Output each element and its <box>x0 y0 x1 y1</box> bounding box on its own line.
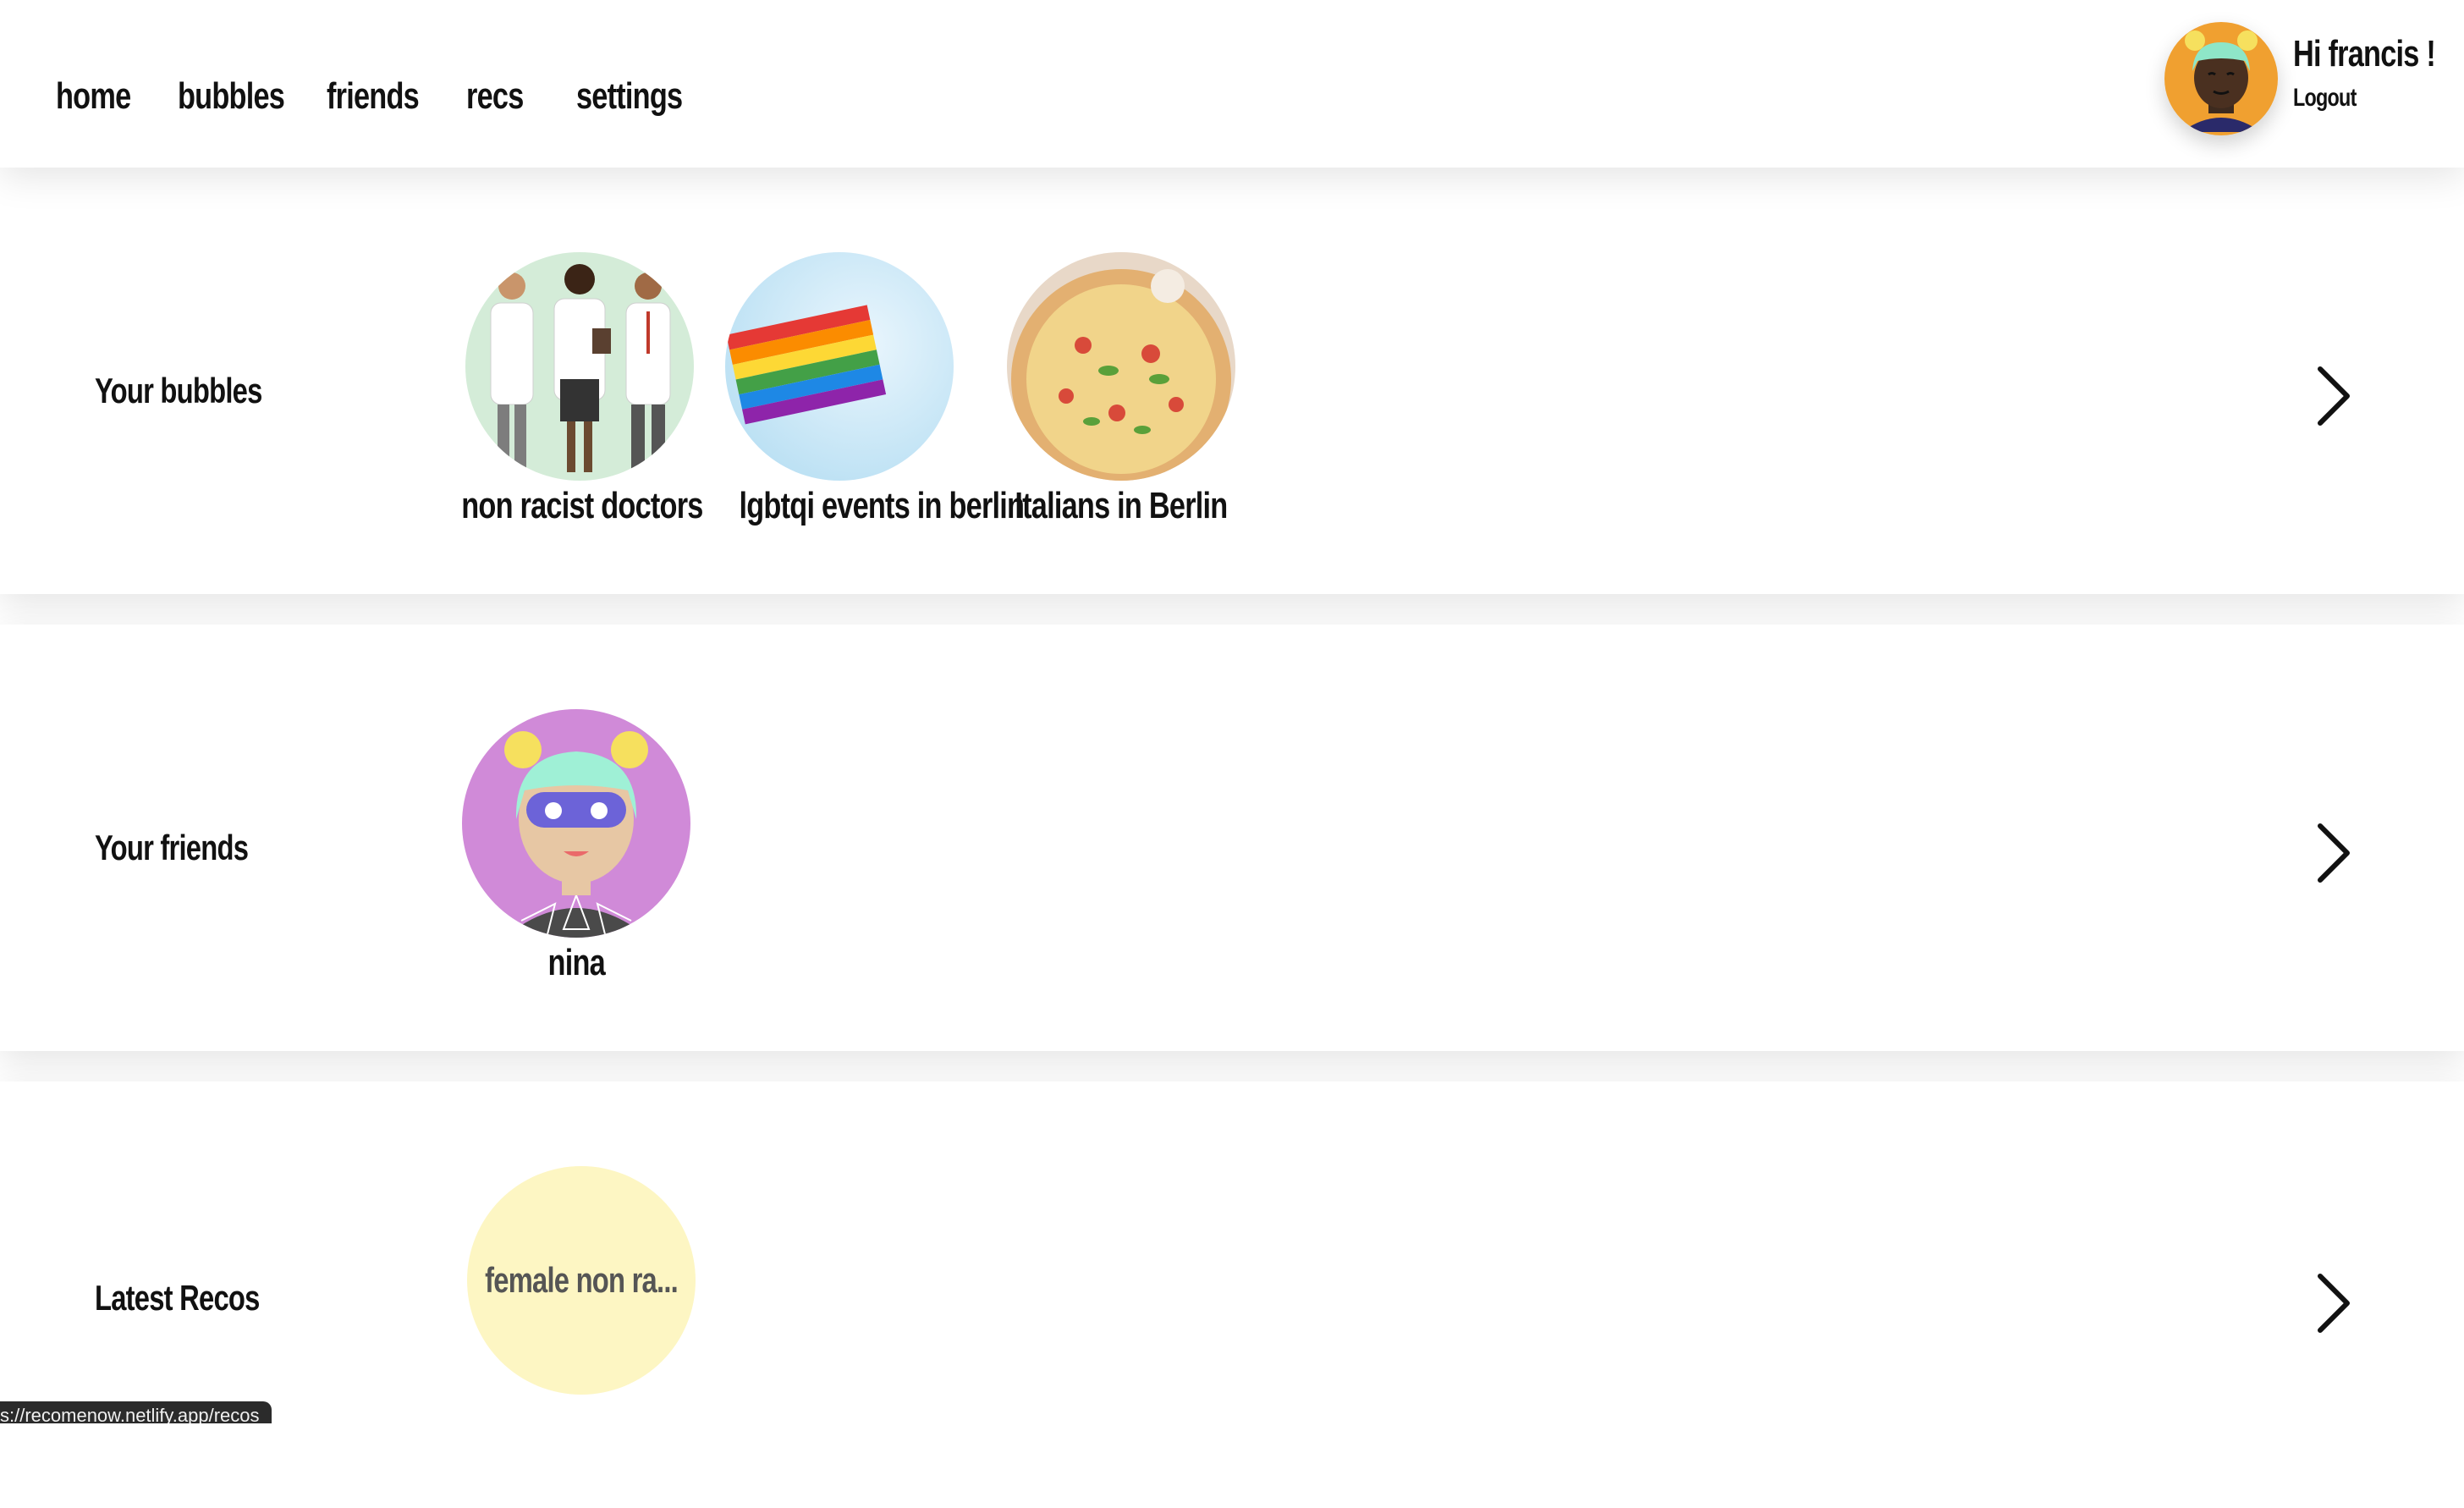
reco-bubble[interactable]: female non ra... <box>467 1166 696 1395</box>
friend-nina-avatar[interactable] <box>462 709 690 938</box>
section-title: Your bubbles <box>95 371 262 410</box>
chevron-right-icon[interactable] <box>2308 819 2359 887</box>
user-avatar[interactable] <box>2164 22 2278 135</box>
nav-home-label: home <box>56 75 131 117</box>
nav-friends-link[interactable]: friends <box>327 71 445 122</box>
chevron-right-icon[interactable] <box>2308 362 2359 430</box>
status-bar-url: s://recomenow.netlify.app/recos <box>0 1401 272 1423</box>
section-title: Your friends <box>95 828 249 867</box>
bubble-label: Italians in Berlin <box>1015 485 1228 526</box>
bubble-label: non racist doctors <box>461 485 703 526</box>
user-avatar-illustration <box>2164 22 2278 135</box>
top-navigation-bar: home bubbles friends recs settings Hi fr… <box>0 0 2464 168</box>
nav-friends-label: friends <box>327 75 420 117</box>
bubble-italians-in-berlin[interactable] <box>1007 252 1235 481</box>
rainbow-flag-image <box>725 252 954 481</box>
user-greeting: Hi francis ! <box>2293 33 2436 74</box>
bubble-non-racist-doctors[interactable] <box>465 252 694 481</box>
nav-bubbles-link[interactable]: bubbles <box>178 71 315 122</box>
recos-section: Latest Recos female non ra... <box>0 1081 2464 1508</box>
nav-settings-label: settings <box>576 75 683 117</box>
nav-recs-link[interactable]: recs <box>466 71 540 122</box>
pizza-image <box>1007 252 1235 481</box>
bubbles-section: Your bubbles non racist doctors lgbtqi e… <box>0 168 2464 594</box>
logout-link[interactable]: Logout <box>2293 81 2374 115</box>
nav-settings-link[interactable]: settings <box>576 71 712 122</box>
nav-home-link[interactable]: home <box>56 71 151 122</box>
nina-avatar-illustration <box>462 709 690 938</box>
friend-name: nina <box>547 942 605 983</box>
bubble-lgbtqi-events[interactable] <box>725 252 954 481</box>
bubble-label: lgbtqi events in berlin <box>739 485 1025 526</box>
nav-bubbles-label: bubbles <box>178 75 285 117</box>
nav-recs-label: recs <box>466 75 524 117</box>
chevron-right-icon[interactable] <box>2308 1269 2359 1337</box>
section-title: Latest Recos <box>95 1278 260 1318</box>
friends-section: Your friends nina <box>0 625 2464 1051</box>
doctors-image <box>465 252 694 481</box>
reco-label: female non ra... <box>485 1260 679 1300</box>
